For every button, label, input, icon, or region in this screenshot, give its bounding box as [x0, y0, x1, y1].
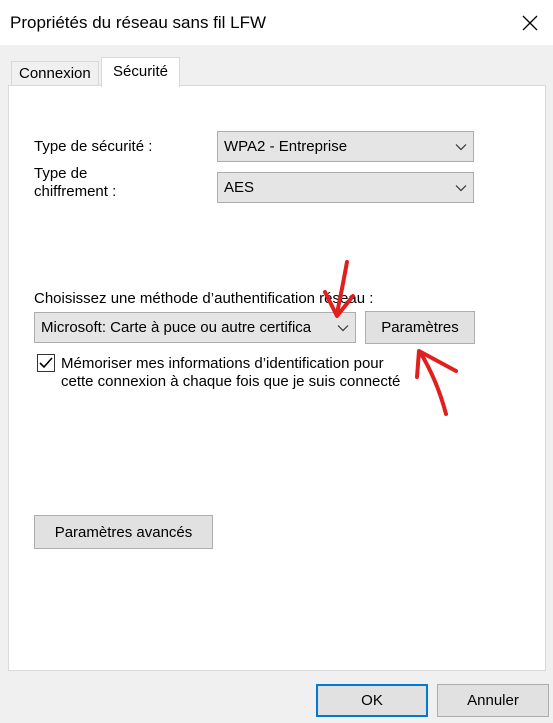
tab-connexion[interactable]: Connexion: [11, 61, 99, 85]
cipher-type-value: AES: [224, 179, 255, 196]
close-button[interactable]: [507, 0, 553, 45]
chevron-down-icon: [331, 313, 355, 342]
auth-method-label: Choisissez une méthode d’authentificatio…: [34, 290, 374, 307]
tab-securite[interactable]: Sécurité: [101, 57, 181, 87]
security-type-value: WPA2 - Entreprise: [224, 138, 348, 155]
checkmark-icon: [39, 357, 53, 369]
cancel-button[interactable]: Annuler: [437, 684, 549, 717]
remember-label-line2: cette connexion à chaque fois que je sui…: [61, 373, 401, 390]
cipher-type-label-line2: chiffrement :: [34, 183, 117, 200]
security-type-select[interactable]: WPA2 - Entreprise: [217, 131, 474, 162]
settings-button[interactable]: Paramètres: [365, 311, 475, 344]
remember-label-line1: Mémoriser mes informations d’identificat…: [61, 355, 384, 372]
auth-method-select[interactable]: Microsoft: Carte à puce ou autre certifi…: [34, 312, 356, 343]
cipher-type-label-line1: Type de: [34, 165, 88, 182]
auth-method-value: Microsoft: Carte à puce ou autre certifi…: [41, 319, 312, 336]
title-bar: Propriétés du réseau sans fil LFW: [0, 0, 553, 45]
security-type-label: Type de sécurité :: [34, 138, 153, 155]
ok-button[interactable]: OK: [316, 684, 428, 717]
advanced-settings-button[interactable]: Paramètres avancés: [34, 515, 213, 549]
chevron-down-icon: [449, 173, 473, 202]
window-title: Propriétés du réseau sans fil LFW: [10, 13, 267, 32]
cipher-type-select[interactable]: AES: [217, 172, 474, 203]
remember-checkbox[interactable]: [37, 354, 55, 372]
close-icon: [522, 15, 538, 30]
chevron-down-icon: [449, 132, 473, 161]
